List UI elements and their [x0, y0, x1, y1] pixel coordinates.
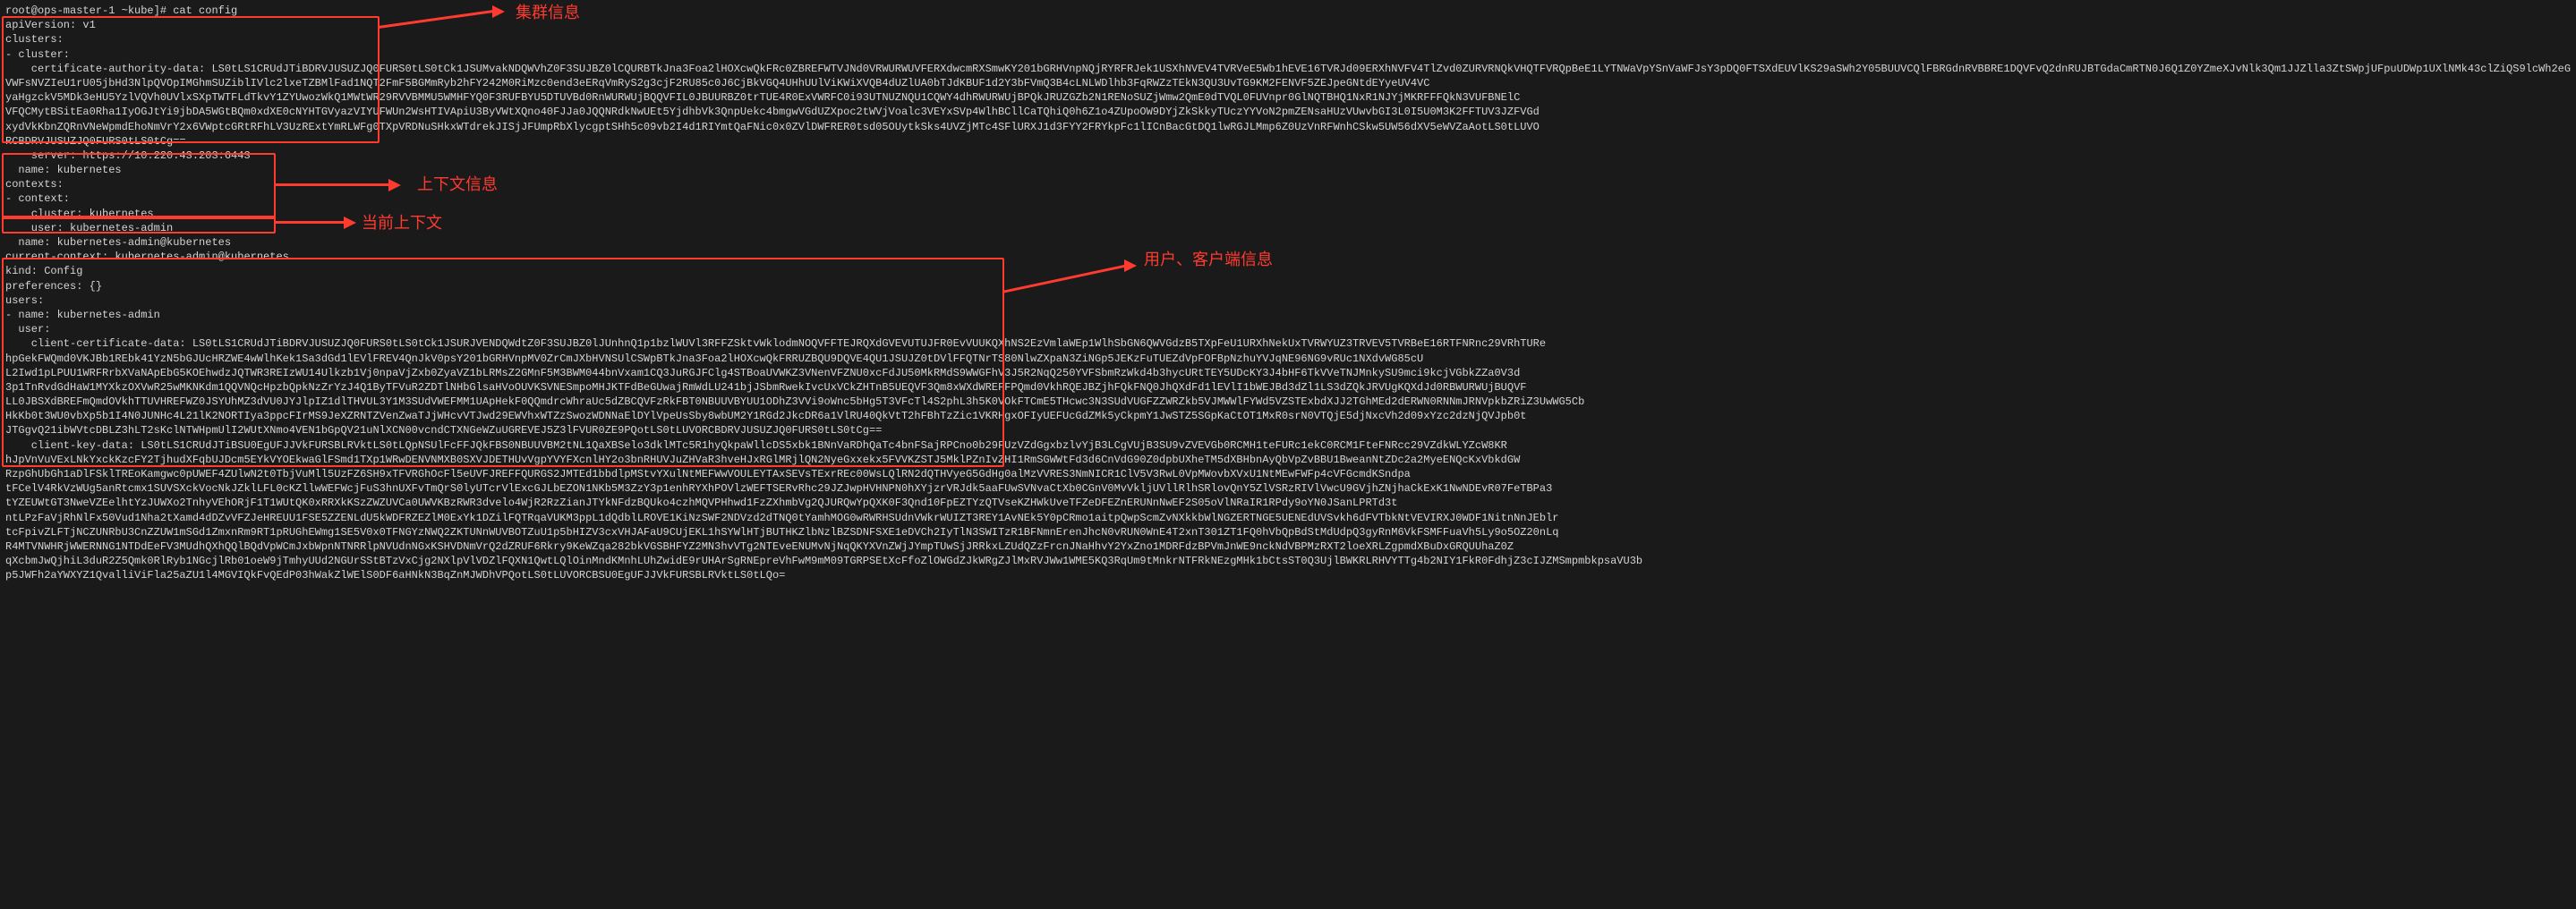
config-line: HkKb0t3WU0vbXp5b1I4N0JUNHc4L21lK2NORTIya… [5, 409, 2571, 423]
config-line: ntLPzFaVjRhNlFx50Vud1Nha2tXamd4dDZvVFZJe… [5, 511, 2571, 525]
config-line: p5JWFh2aYWXYZ1QvalliViFla25aZU1l4MGVIQkF… [5, 568, 2571, 582]
config-line: kind: Config [5, 264, 2571, 278]
config-line: clusters: [5, 32, 2571, 47]
config-line: tFCelV4RkVzWUg5anRtcmx1SUVSXckVocNkJZklL… [5, 481, 2571, 496]
config-line: tYZEUWtGT3NweVZEelhtYzJUWXo2TnhyVEhORjF1… [5, 496, 2571, 510]
config-line: client-key-data: LS0tLS1CRUdJTiBSU0EgUFJ… [5, 438, 2571, 453]
label-current-context: 当前上下文 [362, 212, 442, 234]
config-line: users: [5, 293, 2571, 308]
config-line: 3p1TnRvdGdHaW1MYXkzOXVwR25wMKNKdm1QQVNQc… [5, 380, 2571, 395]
config-line: hJpVnVuVExLNkYxckKzcFY2TjhudXFqbUJDcm5EY… [5, 453, 2571, 467]
config-line: current-context: kubernetes-admin@kubern… [5, 250, 2571, 264]
label-users: 用户、客户端信息 [1144, 249, 1273, 270]
config-line: VWFsNVZIeU1rU05jbHd3NlpQVOpIMGhmSUZiblIV… [5, 76, 2571, 90]
config-line: hpGekFWQmd0VKJBb1REbk41YzN5bGJUcHRZWE4wW… [5, 352, 2571, 366]
config-line: - name: kubernetes-admin [5, 308, 2571, 322]
config-line: user: [5, 322, 2571, 336]
config-line: xydVkKbnZQRnVNeWpmdEhoNmVrY2x6VWptcGRtRF… [5, 120, 2571, 134]
config-line: name: kubernetes-admin@kubernetes [5, 235, 2571, 250]
prompt-line: root@ops-master-1 ~kube]# cat config [5, 4, 2571, 18]
config-line: server: https://10.220.43.203:6443 [5, 149, 2571, 163]
config-line: yaHgzckV5MDk3eHU5YzlVQVh0UVlxSXpTWTFLdTk… [5, 90, 2571, 105]
terminal-view: root@ops-master-1 ~kube]# cat config api… [0, 0, 2576, 909]
config-line: preferences: {} [5, 279, 2571, 293]
config-line: RCBDRVJUSUZJQ0FURS0tLS0tCg== [5, 134, 2571, 149]
config-output: apiVersion: v1clusters:- cluster: certif… [5, 18, 2571, 582]
config-line: certificate-authority-data: LS0tLS1CRUdJ… [5, 62, 2571, 76]
config-line: tcFpivZLFTjNCZUNRbU3CnZZUW1mSGd1ZmxnRm9R… [5, 525, 2571, 539]
config-line: qXcbmJwQjhiL3duR2Z5Qmk0RlRyb1NGcjlRb01oe… [5, 554, 2571, 568]
config-line: - cluster: [5, 47, 2571, 62]
config-line: contexts: [5, 177, 2571, 191]
config-line: L2Iwd1pLPUU1WRFRrbXVaNApEbG5KOEhwdzJQTWR… [5, 366, 2571, 380]
config-line: VFQCMytBSitEa0Rha1IyOGJtYi9jbDA5WGtBQm0x… [5, 105, 2571, 119]
config-line: - context: [5, 191, 2571, 206]
config-line: RzpGhUbGh1aDlFSklTREoKamgwc0pUWEF4ZUlwN2… [5, 467, 2571, 481]
label-context: 上下文信息 [417, 174, 498, 195]
config-line: client-certificate-data: LS0tLS1CRUdJTiB… [5, 336, 2571, 351]
label-cluster: 集群信息 [516, 2, 580, 23]
config-line: R4MTVNWHRjWWERNNG1NTDdEeFV3MUdhQXhQQlBQd… [5, 539, 2571, 554]
config-line: name: kubernetes [5, 163, 2571, 177]
config-line: JTGgvQ21ibWVtcDBLZ3hLT2sKclNTWHpmUlI2WUt… [5, 423, 2571, 438]
config-line: apiVersion: v1 [5, 18, 2571, 32]
config-line: LL0JBSXdBREFmQmdOVkhTTUVHREFWZ0JSYUhMZ3d… [5, 395, 2571, 409]
